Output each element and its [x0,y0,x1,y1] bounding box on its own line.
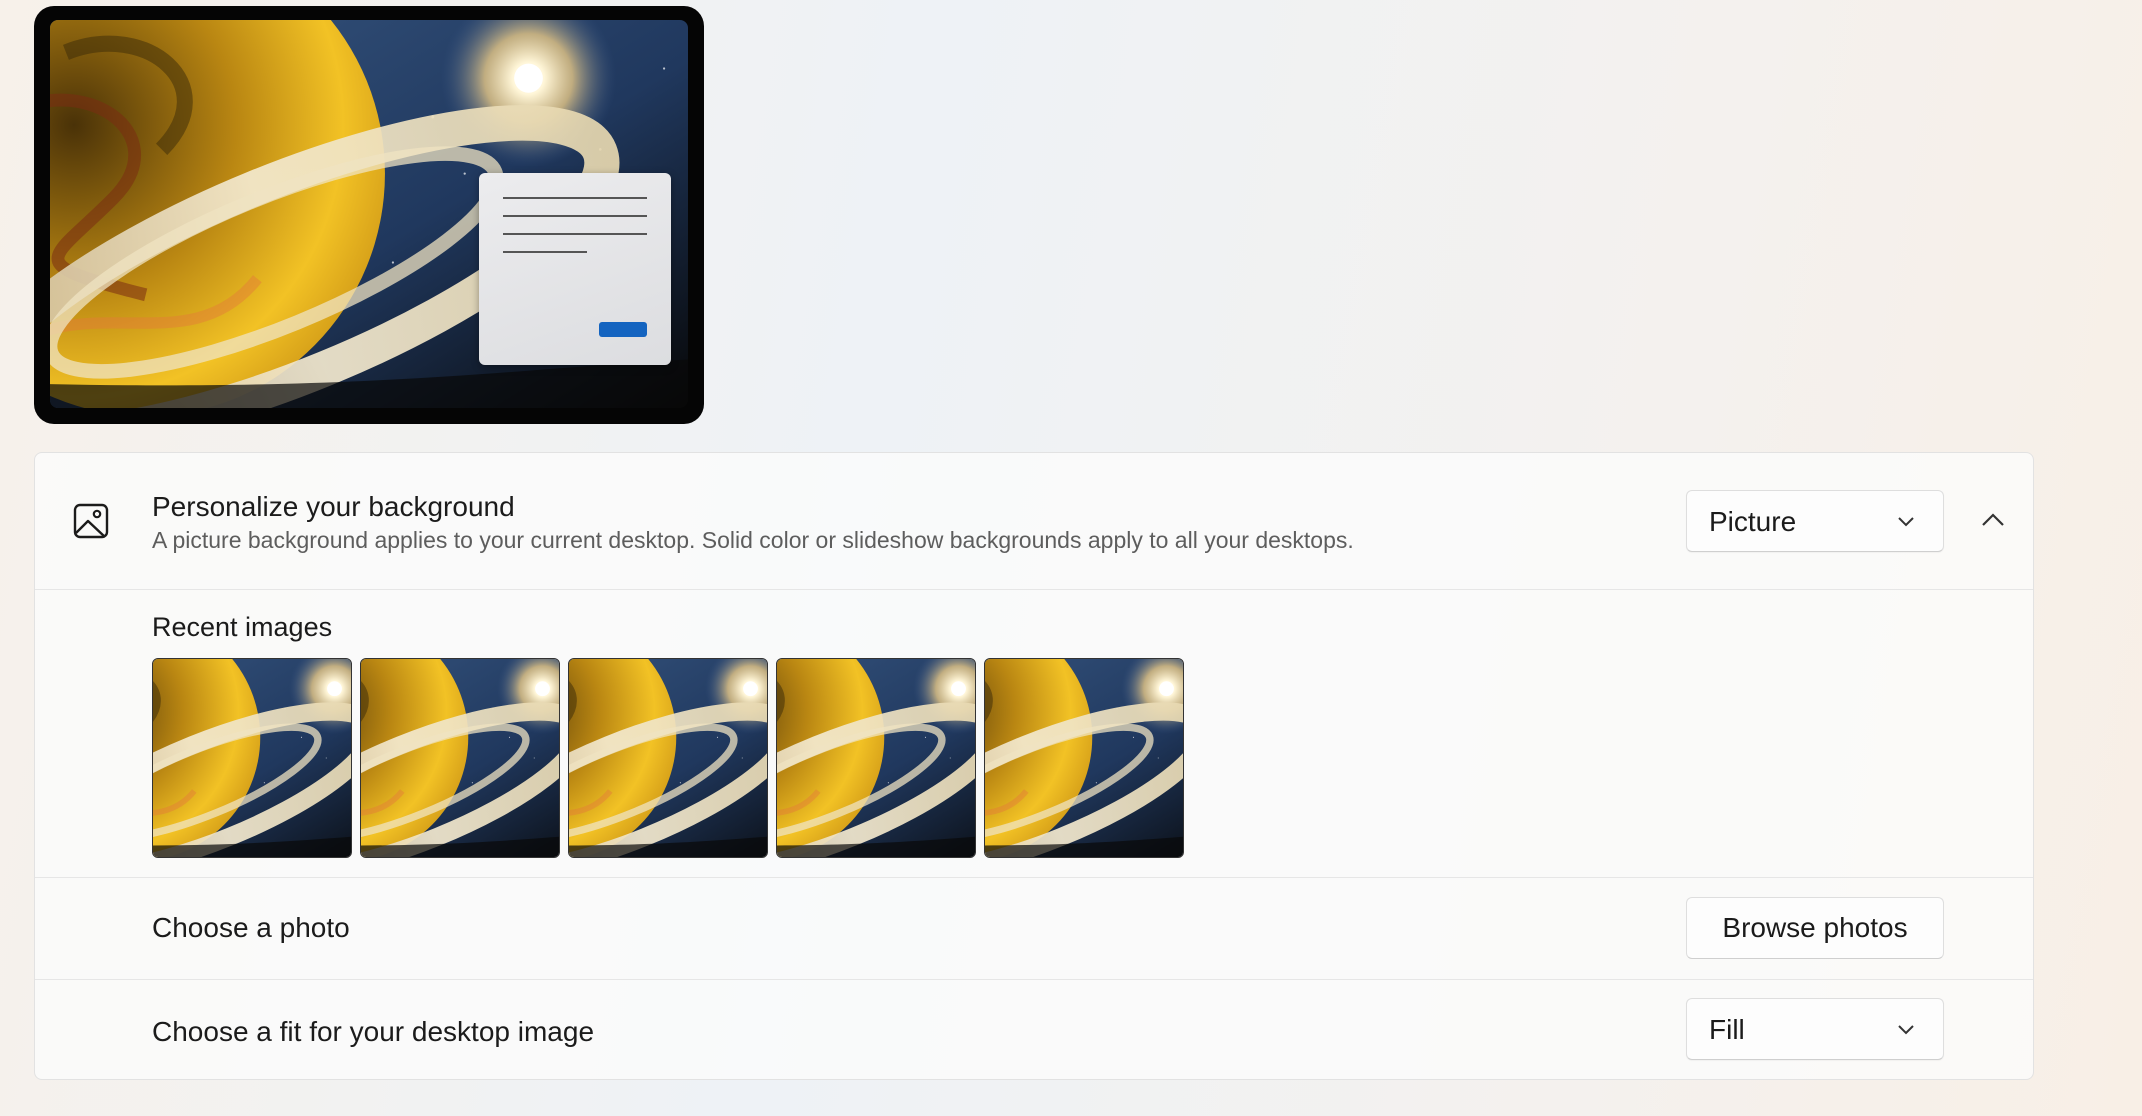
background-settings-card: Personalize your background A picture ba… [34,452,2034,1080]
personalize-background-row[interactable]: Personalize your background A picture ba… [35,453,2033,589]
recent-images-list [152,658,1184,858]
preview-sample-window [479,173,671,365]
preview-screen [50,20,688,408]
background-description: A picture background applies to your cur… [152,527,1354,553]
recent-image-thumbnail[interactable] [152,658,352,858]
choose-photo-label: Choose a photo [152,912,350,943]
chevron-down-icon [1898,1025,1914,1035]
recent-images-section: Recent images [35,590,2033,877]
fit-value: Fill [1709,1014,1745,1045]
browse-photos-button[interactable]: Browse photos [1686,897,1944,959]
choose-fit-label: Choose a fit for your desktop image [152,1016,595,1047]
preview-text-line [503,251,587,253]
recent-image-thumbnail[interactable] [568,658,768,858]
preview-text-line [503,233,647,235]
chevron-down-icon [1898,517,1914,527]
recent-image-thumbnail[interactable] [776,658,976,858]
picture-icon [73,503,109,539]
background-type-dropdown[interactable]: Picture [1686,490,1944,552]
preview-text-line [503,215,647,217]
preview-text-line [503,197,647,199]
recent-image-thumbnail[interactable] [984,658,1184,858]
recent-image-thumbnail[interactable] [360,658,560,858]
background-title: Personalize your background [152,491,515,522]
choose-fit-row: Choose a fit for your desktop image Fill [35,980,2033,1079]
preview-accent-button [599,322,647,337]
chevron-up-icon[interactable] [1973,500,2013,540]
desktop-preview [34,6,704,424]
background-type-value: Picture [1709,506,1797,537]
fit-dropdown[interactable]: Fill [1686,998,1944,1060]
recent-images-label: Recent images [152,612,333,642]
choose-photo-row: Choose a photo Browse photos [35,878,2033,979]
